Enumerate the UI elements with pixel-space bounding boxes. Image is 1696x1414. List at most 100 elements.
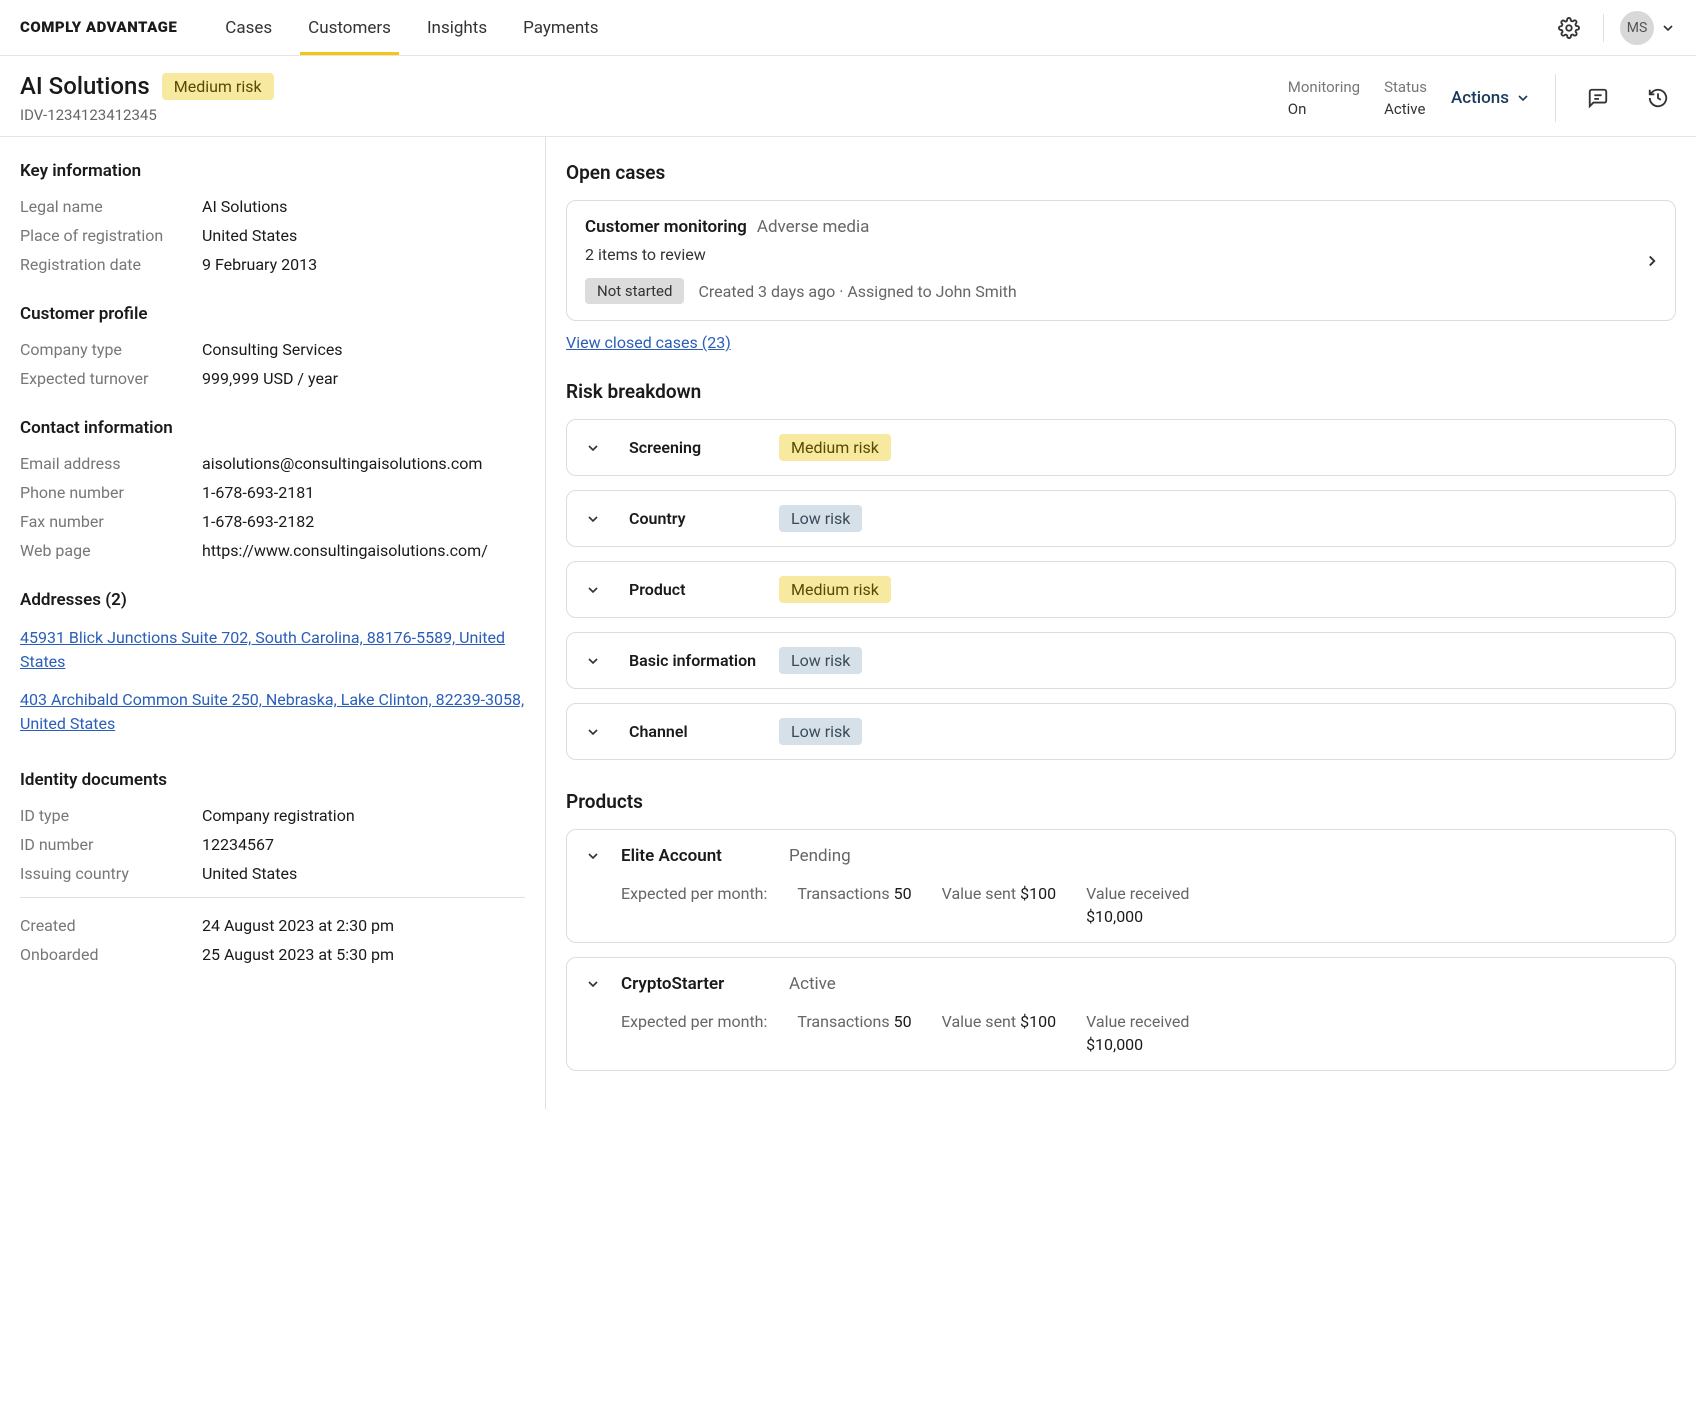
- chevron-down-icon: [585, 511, 601, 527]
- page-header: AI Solutions Medium risk IDV-12341234123…: [0, 56, 1696, 137]
- activity-status: Status Active: [1384, 78, 1427, 118]
- info-label: Phone number: [20, 483, 202, 502]
- info-label: ID type: [20, 806, 202, 825]
- info-value: 25 August 2023 at 5:30 pm: [202, 945, 394, 964]
- risk-level-badge: Low risk: [779, 647, 862, 674]
- case-subtitle: Adverse media: [757, 217, 869, 237]
- nav-tab-insights[interactable]: Insights: [427, 0, 487, 55]
- comment-button[interactable]: [1580, 80, 1616, 116]
- risk-category: Product: [629, 580, 759, 599]
- section-identity: Identity documents: [20, 770, 525, 790]
- info-label: Email address: [20, 454, 202, 473]
- product-status: Pending: [789, 846, 851, 866]
- risk-level-badge: Low risk: [779, 505, 862, 532]
- chevron-down-icon: [585, 724, 601, 740]
- info-row: ID number12234567: [20, 835, 525, 854]
- chevron-down-icon: [1660, 20, 1676, 36]
- info-value: 9 February 2013: [202, 255, 317, 274]
- address-link[interactable]: 45931 Blick Junctions Suite 702, South C…: [20, 626, 525, 674]
- address-link[interactable]: 403 Archibald Common Suite 250, Nebraska…: [20, 688, 525, 736]
- info-value: 12234567: [202, 835, 274, 854]
- expected-label: Expected per month:: [621, 1012, 767, 1054]
- nav-tabs: Cases Customers Insights Payments: [225, 0, 598, 55]
- chevron-down-icon: [585, 653, 601, 669]
- top-nav: COMPLY ADVANTAGE Cases Customers Insight…: [0, 0, 1696, 56]
- history-icon: [1647, 87, 1669, 109]
- history-button[interactable]: [1640, 80, 1676, 116]
- page-title: AI Solutions: [20, 72, 150, 100]
- view-closed-cases-link[interactable]: View closed cases (23): [566, 333, 731, 352]
- info-label: Web page: [20, 541, 202, 560]
- nav-tab-payments[interactable]: Payments: [523, 0, 598, 55]
- info-value: aisolutions@consultingaisolutions.com: [202, 454, 482, 473]
- info-label: ID number: [20, 835, 202, 854]
- section-addresses: Addresses (2): [20, 590, 525, 610]
- user-avatar: MS: [1620, 11, 1654, 45]
- header-divider: [1555, 74, 1556, 122]
- monitoring-status: Monitoring On: [1288, 78, 1360, 118]
- chevron-down-icon: [585, 848, 601, 864]
- section-contact: Contact information: [20, 418, 525, 438]
- divider: [20, 897, 525, 898]
- section-key-info: Key information: [20, 161, 525, 181]
- info-row: Issuing countryUnited States: [20, 864, 525, 883]
- case-title: Customer monitoring: [585, 217, 747, 237]
- risk-level-badge: Medium risk: [779, 434, 891, 461]
- chevron-down-icon: [585, 582, 601, 598]
- transactions: Transactions 50: [797, 1012, 911, 1054]
- info-label: Created: [20, 916, 202, 935]
- chevron-right-icon: [1643, 252, 1661, 270]
- value-sent: Value sent $100: [942, 884, 1056, 926]
- nav-tab-cases[interactable]: Cases: [225, 0, 272, 55]
- product-card: CryptoStarter Active Expected per month:…: [566, 957, 1676, 1071]
- risk-row[interactable]: Country Low risk: [566, 490, 1676, 547]
- actions-button[interactable]: Actions: [1451, 88, 1531, 108]
- chevron-down-icon: [585, 440, 601, 456]
- chat-icon: [1587, 87, 1609, 109]
- info-value: https://www.consultingaisolutions.com/: [202, 541, 488, 560]
- info-label: Issuing country: [20, 864, 202, 883]
- info-row: Email addressaisolutions@consultingaisol…: [20, 454, 525, 473]
- info-value: Company registration: [202, 806, 355, 825]
- info-row: Created24 August 2023 at 2:30 pm: [20, 916, 525, 935]
- info-row: Expected turnover999,999 USD / year: [20, 369, 525, 388]
- case-status-chip: Not started: [585, 278, 684, 304]
- product-header[interactable]: CryptoStarter Active: [585, 974, 1657, 994]
- info-value: Consulting Services: [202, 340, 343, 359]
- info-row: Web pagehttps://www.consultingaisolution…: [20, 541, 525, 560]
- info-row: Legal nameAI Solutions: [20, 197, 525, 216]
- info-row: Onboarded25 August 2023 at 5:30 pm: [20, 945, 525, 964]
- info-label: Fax number: [20, 512, 202, 531]
- info-value: 24 August 2023 at 2:30 pm: [202, 916, 394, 935]
- expected-label: Expected per month:: [621, 884, 767, 926]
- open-case-card[interactable]: Customer monitoring Adverse media 2 item…: [566, 200, 1676, 321]
- risk-category: Basic information: [629, 651, 759, 670]
- risk-row[interactable]: Basic information Low risk: [566, 632, 1676, 689]
- risk-row[interactable]: Screening Medium risk: [566, 419, 1676, 476]
- product-status: Active: [789, 974, 836, 994]
- right-panel: Open cases Customer monitoring Adverse m…: [546, 137, 1696, 1109]
- risk-category: Country: [629, 509, 759, 528]
- risk-row[interactable]: Channel Low risk: [566, 703, 1676, 760]
- risk-category: Channel: [629, 722, 759, 741]
- section-open-cases: Open cases: [566, 161, 1676, 184]
- nav-divider: [1603, 14, 1604, 42]
- customer-id: IDV-1234123412345: [20, 106, 274, 124]
- info-value: 1-678-693-2182: [202, 512, 314, 531]
- product-card: Elite Account Pending Expected per month…: [566, 829, 1676, 943]
- product-header[interactable]: Elite Account Pending: [585, 846, 1657, 866]
- value-received: Value received$10,000: [1086, 1012, 1189, 1054]
- info-value: AI Solutions: [202, 197, 287, 216]
- info-row: Registration date9 February 2013: [20, 255, 525, 274]
- risk-row[interactable]: Product Medium risk: [566, 561, 1676, 618]
- settings-button[interactable]: [1551, 10, 1587, 46]
- section-risk-breakdown: Risk breakdown: [566, 380, 1676, 403]
- info-row: Company typeConsulting Services: [20, 340, 525, 359]
- info-value: 999,999 USD / year: [202, 369, 338, 388]
- info-label: Expected turnover: [20, 369, 202, 388]
- nav-tab-customers[interactable]: Customers: [308, 0, 391, 55]
- info-value: United States: [202, 226, 297, 245]
- product-name: Elite Account: [621, 846, 769, 866]
- product-name: CryptoStarter: [621, 974, 769, 994]
- user-menu[interactable]: MS: [1620, 11, 1676, 45]
